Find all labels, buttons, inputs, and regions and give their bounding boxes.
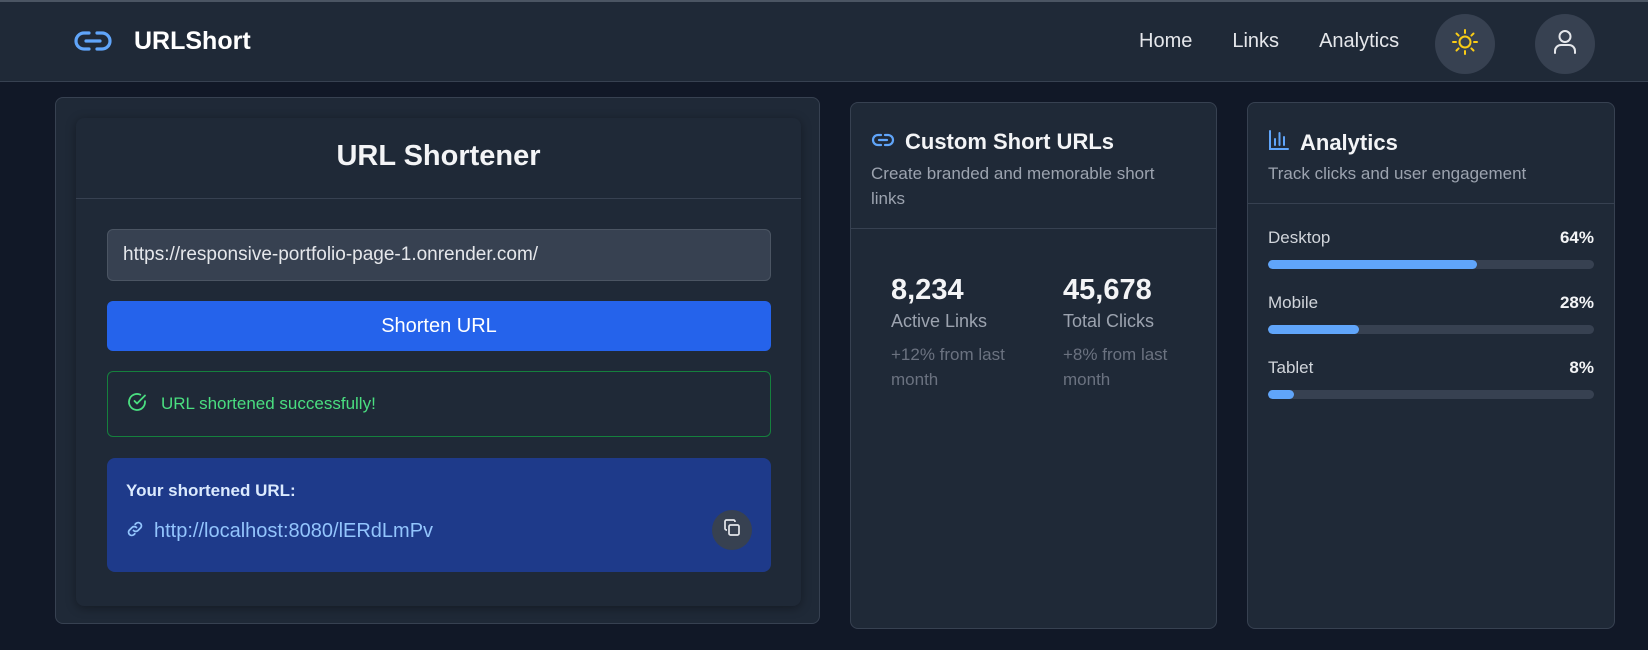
device-percent: 28%	[1559, 293, 1594, 312]
url-shortener-panel: URL Shortener Shorten URL URL shortened …	[76, 118, 801, 606]
brand-name: URLShort	[134, 26, 251, 55]
progress-fill	[1268, 260, 1477, 269]
shorten-url-button[interactable]: Shorten URL	[107, 301, 771, 351]
success-message: URL shortened successfully!	[161, 394, 376, 413]
custom-urls-card: Custom Short URLs Create branded and mem…	[850, 102, 1217, 629]
short-url-link[interactable]: http://localhost:8080/lERdLmPv	[154, 520, 433, 543]
bar-chart-icon	[1268, 129, 1290, 156]
stat-change: +12% from last month	[891, 345, 1005, 389]
progress-fill	[1268, 390, 1295, 399]
copy-icon	[722, 518, 742, 543]
brand[interactable]: URLShort	[74, 26, 251, 56]
theme-toggle-button[interactable]	[1435, 14, 1495, 74]
stat-change: +8% from last month	[1063, 345, 1168, 389]
page-title: URL Shortener	[336, 140, 541, 172]
progress-track	[1268, 325, 1594, 334]
stat-value: 45,678	[1063, 274, 1152, 306]
link-icon	[871, 133, 895, 152]
stat-label: Total Clicks	[1063, 311, 1155, 331]
progress-track	[1268, 390, 1594, 399]
nav-link-home[interactable]: Home	[1139, 30, 1192, 53]
sun-icon	[1451, 28, 1479, 61]
card-description: Track clicks and user engagement	[1268, 164, 1527, 183]
navbar: URLShort Home Links Analytics	[0, 2, 1648, 82]
device-name: Desktop	[1268, 228, 1331, 247]
shortened-url-result: Your shortened URL: http://localhost:808…	[107, 458, 771, 572]
link-icon	[74, 26, 114, 56]
device-name: Tablet	[1268, 358, 1314, 377]
url-input[interactable]	[107, 229, 771, 281]
analytics-card: Analytics Track clicks and user engageme…	[1247, 102, 1615, 629]
card-description: Create branded and memorable short links	[871, 164, 1155, 208]
nav-link-links[interactable]: Links	[1232, 30, 1279, 53]
nav-links: Home Links Analytics	[1139, 30, 1439, 53]
result-label: Your shortened URL:	[126, 481, 296, 500]
stat-active-links: 8,234 Active Links +12% from last month	[891, 273, 1031, 392]
user-menu-button[interactable]	[1535, 14, 1595, 74]
stat-value: 8,234	[891, 274, 964, 306]
device-percent: 64%	[1559, 228, 1594, 247]
user-icon	[1552, 28, 1578, 61]
check-circle-icon	[127, 392, 147, 417]
copy-button[interactable]	[712, 510, 752, 550]
device-name: Mobile	[1268, 293, 1319, 312]
card-title: Custom Short URLs	[905, 129, 1114, 154]
card-title: Analytics	[1300, 129, 1398, 155]
device-percent: 8%	[1569, 358, 1594, 377]
card-header: Custom Short URLs	[871, 129, 1114, 155]
stat-total-clicks: 45,678 Total Clicks +8% from last month	[1063, 273, 1203, 392]
card-header: Analytics	[1268, 129, 1398, 156]
result-link-row: http://localhost:8080/lERdLmPv	[126, 520, 433, 543]
success-alert: URL shortened successfully!	[107, 371, 771, 437]
progress-fill	[1268, 325, 1360, 334]
progress-track	[1268, 260, 1594, 269]
divider	[1248, 203, 1614, 204]
link-icon	[126, 520, 144, 543]
stat-label: Active Links	[891, 311, 988, 331]
divider	[851, 228, 1216, 229]
divider	[76, 198, 801, 199]
url-shortener-card: URL Shortener Shorten URL URL shortened …	[55, 97, 820, 624]
nav-link-analytics[interactable]: Analytics	[1319, 30, 1399, 53]
